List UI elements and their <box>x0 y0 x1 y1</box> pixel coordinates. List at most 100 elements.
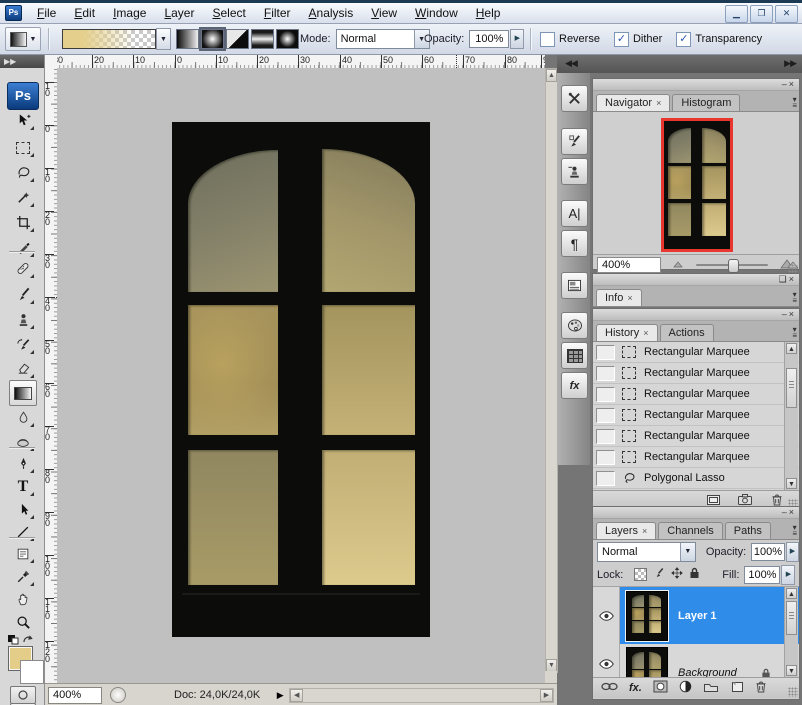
history-step[interactable]: Polygonal Lasso <box>593 468 799 489</box>
dither-checkbox[interactable]: ✓ <box>614 32 629 47</box>
menu-layer[interactable]: Layer <box>155 4 203 22</box>
tab-paths[interactable]: Paths <box>725 522 771 539</box>
history-step[interactable]: Rectangular Marquee <box>593 447 799 468</box>
panel-close-icon[interactable]: × <box>789 309 796 319</box>
status-clock-icon[interactable] <box>110 687 126 703</box>
scroll-up-icon[interactable]: ▲ <box>786 343 797 354</box>
tool-move[interactable] <box>12 110 34 131</box>
scroll-left-icon[interactable]: ◀ <box>290 689 303 702</box>
scroll-thumb[interactable] <box>786 368 797 408</box>
tool-slice[interactable] <box>12 237 34 258</box>
panel-menu-icon[interactable]: ▾≡ <box>792 525 797 537</box>
restore-button[interactable]: ❐ <box>750 5 773 23</box>
history-source-well[interactable] <box>596 366 615 381</box>
scroll-thumb[interactable] <box>786 601 797 635</box>
collapse-icons-arrow[interactable]: ◀◀ <box>565 58 577 69</box>
visibility-toggle[interactable] <box>593 587 620 644</box>
lock-pixels-icon[interactable] <box>653 567 665 582</box>
adjustment-layer-icon[interactable] <box>679 680 692 696</box>
panel-minimize-icon[interactable]: – <box>782 507 789 517</box>
layers-scrollbar[interactable]: ▲ ▼ <box>784 587 798 677</box>
background-color-swatch[interactable] <box>20 660 44 684</box>
character-panel-icon[interactable]: A| <box>561 200 588 227</box>
tool-spot-healing-brush[interactable] <box>12 258 34 279</box>
angle-gradient-button[interactable] <box>226 29 249 49</box>
clone-source-panel-icon[interactable] <box>561 158 588 185</box>
menu-window[interactable]: Window <box>406 4 467 22</box>
scroll-up-icon[interactable]: ▲ <box>786 588 797 599</box>
history-step[interactable]: Rectangular Marquee <box>593 405 799 426</box>
scroll-down-icon[interactable]: ▼ <box>786 665 797 676</box>
tool-rectangular-marquee[interactable] <box>12 137 34 158</box>
tool-presets-panel-icon[interactable] <box>561 85 588 112</box>
tool-history-brush[interactable] <box>12 334 34 355</box>
tab-actions[interactable]: Actions <box>660 324 714 341</box>
history-source-well[interactable] <box>596 429 615 444</box>
layer-style-icon[interactable]: fx. <box>629 682 642 694</box>
lock-position-icon[interactable] <box>671 567 683 582</box>
close-button[interactable]: ✕ <box>775 5 798 23</box>
menu-image[interactable]: Image <box>104 4 155 22</box>
color-panel-icon[interactable] <box>561 312 588 339</box>
menu-select[interactable]: Select <box>203 4 254 22</box>
reverse-checkbox[interactable] <box>540 32 555 47</box>
opacity-field[interactable]: 100% <box>469 30 509 48</box>
brushes-panel-icon[interactable] <box>561 128 588 155</box>
diamond-gradient-button[interactable] <box>276 29 299 49</box>
styles-panel-icon[interactable]: fx <box>561 372 588 399</box>
tool-notes[interactable] <box>12 543 34 564</box>
new-layer-icon[interactable] <box>730 680 744 696</box>
quick-mask-button[interactable] <box>10 686 36 704</box>
zoom-out-icon[interactable] <box>673 259 686 271</box>
tool-lasso[interactable] <box>12 162 34 183</box>
blend-mode-combobox[interactable]: Normal ▼ <box>597 542 696 562</box>
canvas-image-window[interactable] <box>172 122 430 637</box>
canvas-horizontal-scrollbar[interactable]: ◀ ▶ <box>289 688 554 703</box>
history-step[interactable]: Rectangular Marquee <box>593 426 799 447</box>
history-source-well[interactable] <box>596 471 615 486</box>
layer-comps-panel-icon[interactable] <box>561 272 588 299</box>
opacity-spinner[interactable]: ▶ <box>510 29 524 49</box>
layer-opacity-field[interactable]: 100% <box>751 543 785 561</box>
panel-close-icon[interactable]: × <box>789 274 796 284</box>
tool-gradient[interactable] <box>9 380 37 406</box>
transparency-checkbox[interactable]: ✓ <box>676 32 691 47</box>
combo-arrow-icon[interactable]: ▼ <box>680 543 695 561</box>
tool-path-selection[interactable] <box>12 499 34 520</box>
horizontal-ruler[interactable]: 30 20 10 0 10 20 30 40 50 60 70 80 90 <box>57 55 545 69</box>
app-icon[interactable]: Ps <box>5 5 22 21</box>
history-step[interactable]: Rectangular Marquee <box>593 363 799 384</box>
layer-thumbnail[interactable] <box>626 647 668 677</box>
layer-name[interactable]: Layer 1 <box>678 610 717 622</box>
scroll-up-icon[interactable]: ▲ <box>546 69 557 82</box>
scroll-down-icon[interactable]: ▼ <box>786 478 797 489</box>
tool-preset-picker[interactable]: ▼ <box>5 27 41 51</box>
fill-spinner-icon[interactable]: ▶ <box>781 565 795 585</box>
opacity-spinner-icon[interactable]: ▶ <box>786 542 799 562</box>
tool-pen[interactable] <box>12 453 34 474</box>
scroll-right-icon[interactable]: ▶ <box>540 689 553 702</box>
tool-crop[interactable] <box>12 212 34 233</box>
collapse-panels-arrow[interactable]: ▶▶ <box>784 58 796 69</box>
slider-thumb[interactable] <box>728 259 739 273</box>
tool-eyedropper[interactable] <box>12 566 34 587</box>
tab-history[interactable]: History× <box>596 324 658 341</box>
visibility-toggle[interactable] <box>593 644 620 677</box>
navigator-zoom-field[interactable]: 400% <box>597 257 661 273</box>
panel-minimize-icon[interactable]: ❏ <box>779 274 789 284</box>
tool-type[interactable]: T <box>12 476 34 497</box>
zoom-field[interactable]: 400% <box>48 687 102 704</box>
history-source-well[interactable] <box>596 408 615 423</box>
link-layers-icon[interactable] <box>601 682 618 694</box>
status-menu-arrow-icon[interactable]: ▶ <box>274 690 286 701</box>
panel-menu-icon[interactable]: ▾≡ <box>792 327 797 339</box>
panel-close-icon[interactable]: × <box>789 507 796 517</box>
history-source-well[interactable] <box>596 345 615 360</box>
panel-resize-grip[interactable] <box>788 687 798 697</box>
layer-fill-field[interactable]: 100% <box>744 566 780 584</box>
gradient-picker-arrow[interactable]: ▼ <box>156 28 171 50</box>
tab-histogram[interactable]: Histogram <box>672 94 740 111</box>
menu-edit[interactable]: Edit <box>65 4 104 22</box>
tab-navigator[interactable]: Navigator× <box>596 94 670 111</box>
panel-menu-icon[interactable]: ▾≡ <box>792 97 797 109</box>
